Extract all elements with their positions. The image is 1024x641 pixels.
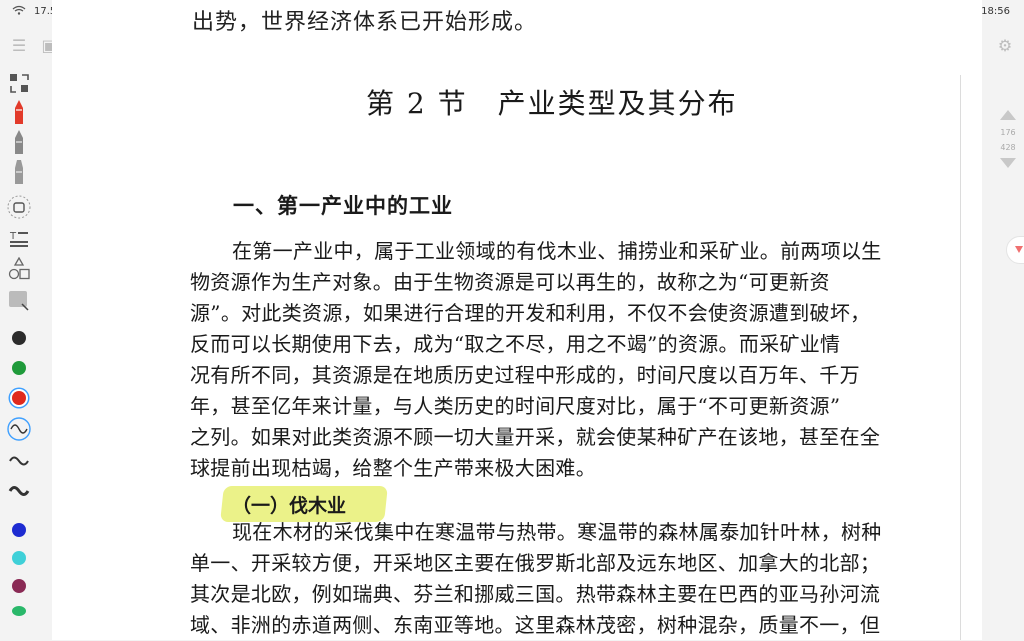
- color-swatch-red[interactable]: [12, 391, 26, 405]
- color-swatch-black[interactable]: [12, 331, 26, 345]
- paragraph-primary-industry: 在第一产业中，属于工业领域的有伐木业、捕捞业和采矿业。前两项以生 物资源作为生产…: [190, 236, 930, 484]
- stroke-thick-icon[interactable]: [6, 478, 32, 504]
- color-swatch-green[interactable]: [12, 361, 26, 375]
- lasso-eraser-icon[interactable]: [6, 194, 32, 220]
- paragraph-line: 年，甚至亿年来计量，与人类历史的时间尺度对比，属于“不可更新资源”: [190, 394, 841, 418]
- svg-text:T: T: [9, 231, 17, 242]
- color-swatch-green-light[interactable]: [12, 606, 26, 616]
- sub-heading: 一、第一产业中的工业: [233, 194, 453, 218]
- wifi-icon: [12, 5, 26, 18]
- settings-icon[interactable]: ⚙: [994, 34, 1016, 56]
- paragraph-line: 域、非洲的赤道两侧、东南亚等地。这里森林茂密，树种混杂，质量不一，但: [190, 613, 881, 637]
- total-page-number: 428: [1000, 143, 1016, 152]
- paragraph-line: 源”。对此类资源，如果进行合理的开发和利用，不仅不会使资源遭到破坏，: [190, 301, 871, 325]
- paragraph-line: 况有所不同，其资源是在地质历史过程中形成的，时间尺度以百万年、千万: [190, 363, 860, 387]
- paragraph-line: 在第一产业中，属于工业领域的有伐木业、捕捞业和采矿业。前两项以生: [232, 239, 882, 263]
- paragraph-line: 单一、开采较方便，开采地区主要在俄罗斯北部及远东地区、加拿大的北部；: [190, 551, 881, 575]
- paragraph-line: 其次是北欧，例如瑞典、芬兰和挪威三国。热带森林主要在巴西的亚马孙河流: [190, 582, 881, 606]
- stroke-medium-icon[interactable]: [6, 448, 32, 474]
- page-scroller: 176 428: [996, 110, 1020, 168]
- section-title: 第 2 节 产业类型及其分布: [366, 87, 738, 120]
- clock-time: 18:56: [981, 6, 1010, 17]
- paragraph-line: 球提前出现枯竭，给整个生产带来极大困难。: [190, 456, 596, 480]
- side-panel-toggle-icon[interactable]: [1006, 236, 1024, 264]
- outline-icon[interactable]: ☰: [8, 34, 30, 56]
- image-tool-icon[interactable]: [6, 288, 32, 314]
- stroke-thin-icon[interactable]: [6, 416, 32, 442]
- tool-rail: T: [0, 62, 40, 640]
- pencil-icon[interactable]: [6, 130, 32, 156]
- text-tool-icon[interactable]: T: [6, 226, 32, 252]
- page-edge-divider: [960, 75, 961, 640]
- paragraph-logging: 现在木材的采伐集中在寒温带与热带。寒温带的森林属泰加针叶林，树种 单一、开采较方…: [190, 517, 930, 641]
- paragraph-line: 反而可以长期使用下去，成为“取之不尽，用之不竭”的资源。而采矿业情: [190, 332, 841, 356]
- color-swatch-maroon[interactable]: [12, 579, 26, 593]
- paragraph-line: 现在木材的采伐集中在寒温带与热带。寒温带的森林属泰加针叶林，树种: [232, 520, 882, 544]
- subsub-heading: （一）伐木业: [232, 495, 347, 517]
- shapes-icon[interactable]: [6, 256, 32, 282]
- marker-icon[interactable]: [6, 160, 32, 186]
- paragraph-line: 物资源作为生产对象。由于生物资源是可以再生的，故称之为“可更新资: [190, 270, 830, 294]
- color-swatch-cyan[interactable]: [12, 551, 26, 565]
- current-page-number: 176: [1000, 128, 1016, 137]
- partial-top-line: 出势，世界经济体系已开始形成。: [192, 10, 538, 35]
- selection-tool-icon[interactable]: [6, 70, 32, 96]
- fountain-pen-icon[interactable]: [6, 100, 32, 126]
- scroll-up-icon[interactable]: [1000, 110, 1016, 120]
- scroll-down-icon[interactable]: [1000, 158, 1016, 168]
- paragraph-line: 之列。如果对此类资源不顾一切大量开采，就会使某种矿产在该地，甚至在全: [190, 425, 881, 449]
- color-swatch-blue[interactable]: [12, 523, 26, 537]
